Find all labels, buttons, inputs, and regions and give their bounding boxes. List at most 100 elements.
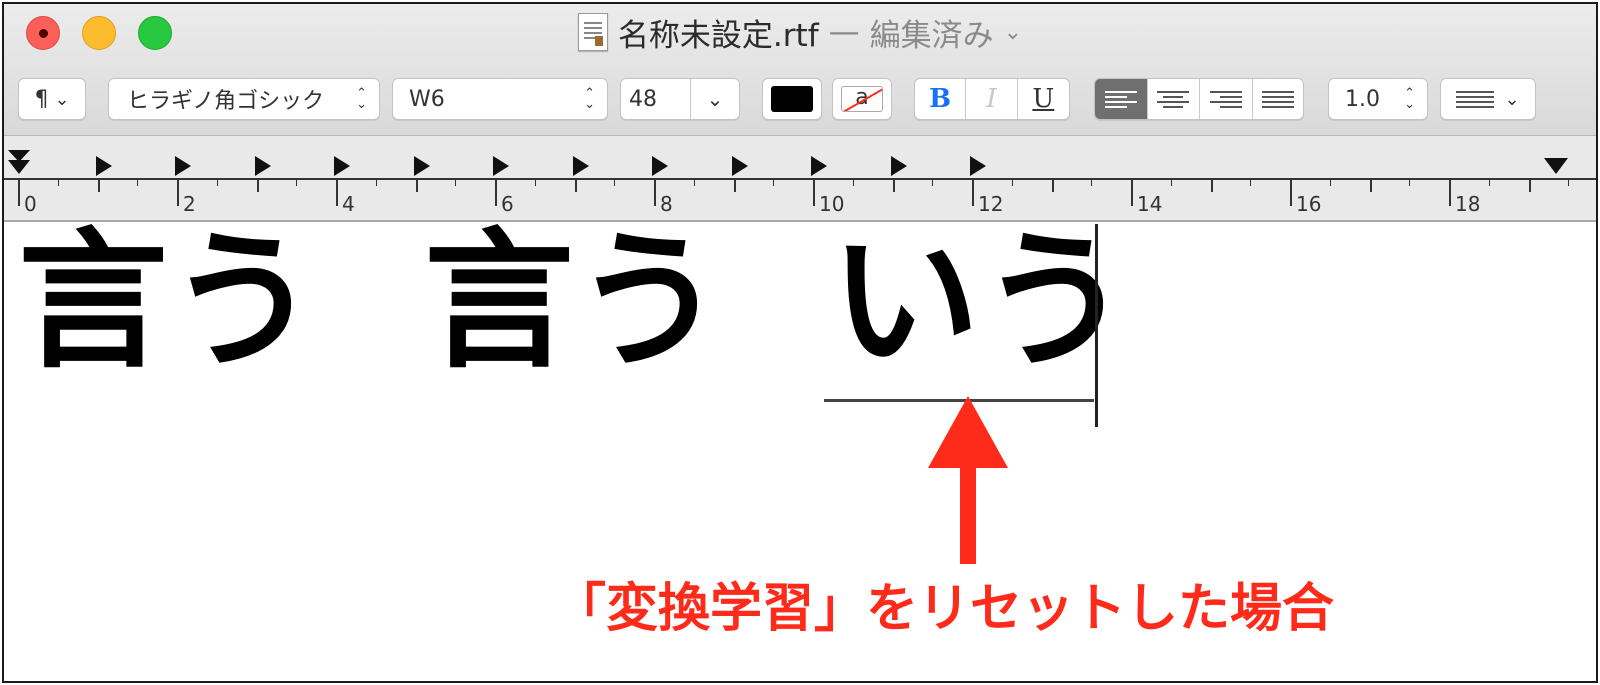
tab-stop-marker[interactable] <box>890 156 907 176</box>
ruler-tick <box>415 180 418 192</box>
justify-icon <box>1261 88 1294 111</box>
italic-button[interactable]: I <box>966 79 1018 119</box>
ruler-tick <box>177 180 179 206</box>
align-center-button[interactable] <box>1148 79 1200 119</box>
ruler-tick <box>137 180 139 186</box>
ruler-tick <box>852 180 854 186</box>
tab-stop-marker[interactable] <box>95 156 112 176</box>
chevron-down-icon: ⌄ <box>1504 88 1520 110</box>
ruler-tick <box>1409 180 1411 186</box>
updown-arrows-icon: ⌃ ⌄ <box>584 86 595 112</box>
title-separator: — <box>828 14 860 50</box>
ruler-number: 2 <box>183 192 196 216</box>
ruler-tick <box>495 180 497 206</box>
underline-button[interactable]: U <box>1018 79 1069 119</box>
tab-stop-marker[interactable] <box>413 156 430 176</box>
ruler-tick <box>1051 180 1054 192</box>
tab-stop-marker[interactable] <box>175 156 191 176</box>
alignment-segmented <box>1094 78 1304 120</box>
tab-stop-marker[interactable] <box>572 156 589 176</box>
ruler-tick <box>773 180 775 186</box>
ruler-number: 0 <box>24 192 37 216</box>
annotation-label: 「変換学習」をリセットした場合 <box>554 579 1335 639</box>
ruler-tick <box>57 180 59 186</box>
ruler-tick <box>1488 180 1490 186</box>
list-bullets-popup[interactable]: ⌄ <box>1440 78 1536 120</box>
font-size-combobox[interactable]: 48 ⌄ <box>620 78 740 120</box>
document-text-area[interactable]: 言う 言う いう 「変換学習」をリセットした場合 <box>4 215 1596 681</box>
left-indent-marker[interactable] <box>8 160 30 174</box>
ruler-tick <box>574 180 577 192</box>
ruler-tick <box>1290 180 1292 206</box>
tab-stop-marker[interactable] <box>731 156 748 176</box>
annotation-arrow-head <box>928 396 1008 468</box>
list-icon <box>1456 88 1495 111</box>
justify-button[interactable] <box>1253 79 1304 119</box>
text-word-1: 言う <box>18 215 319 389</box>
ruler-tick <box>1250 180 1252 186</box>
ruler-tick <box>18 180 20 206</box>
ruler[interactable]: 0 2 4 6 8 10 12 14 16 18 <box>4 136 1596 222</box>
ruler-tick <box>1528 180 1531 192</box>
ruler-number: 16 <box>1296 192 1322 216</box>
no-color-swatch: a <box>841 86 883 112</box>
window-title[interactable]: 名称未設定.rtf — 編集済み ⌄ <box>4 10 1596 54</box>
ruler-tick <box>534 180 536 186</box>
textedit-window: 名称未設定.rtf — 編集済み ⌄ ¶ ⌄ ヒラギノ角ゴシック ⌃ ⌄ W6 ⌃… <box>2 2 1598 683</box>
ruler-tick <box>375 180 377 186</box>
font-size-input[interactable]: 48 <box>621 79 691 119</box>
right-indent-marker[interactable] <box>1544 158 1568 174</box>
align-left-icon <box>1104 88 1137 111</box>
text-word-2: 言う <box>424 215 725 389</box>
tab-stop-marker[interactable] <box>652 156 668 176</box>
ruler-tick <box>693 180 695 186</box>
ruler-tick <box>336 180 338 206</box>
ruler-tick <box>892 180 895 192</box>
ruler-number: 6 <box>501 192 514 216</box>
tab-stop-marker[interactable] <box>334 156 350 176</box>
text-word-3: いう <box>830 215 1131 389</box>
ruler-tick <box>733 180 736 192</box>
ruler-tick <box>1449 180 1451 206</box>
font-weight-value: W6 <box>409 86 445 112</box>
ruler-tick <box>296 180 298 186</box>
align-right-button[interactable] <box>1200 79 1253 119</box>
chevron-down-icon: ⌄ <box>54 88 70 110</box>
edited-status: 編集済み <box>869 17 994 54</box>
ruler-tick <box>1170 180 1172 186</box>
align-left-button[interactable] <box>1095 79 1148 119</box>
ruler-tick <box>97 180 100 192</box>
ruler-tick <box>1369 180 1372 192</box>
ruler-tick <box>1131 180 1133 206</box>
filename: 名称未設定.rtf <box>617 17 819 54</box>
ruler-number: 8 <box>660 192 673 216</box>
line-spacing-popup[interactable]: 1.0 ⌃ ⌄ <box>1328 78 1428 120</box>
ruler-tick <box>1210 180 1213 192</box>
ruler-tick <box>614 180 616 186</box>
background-color-well[interactable]: a <box>832 78 892 120</box>
annotation-arrow-shaft <box>960 464 976 564</box>
font-weight-popup[interactable]: W6 ⌃ ⌄ <box>392 78 608 120</box>
ruler-tick <box>1091 180 1093 186</box>
paragraph-style-popup[interactable]: ¶ ⌄ <box>18 78 86 120</box>
insertion-caret <box>1095 224 1098 427</box>
text-color-swatch <box>771 86 813 112</box>
ruler-tick <box>972 180 974 206</box>
ruler-number: 12 <box>978 192 1004 216</box>
ruler-tick <box>216 180 218 186</box>
ruler-tick <box>455 180 457 186</box>
bold-button[interactable]: B <box>915 79 967 119</box>
ruler-number: 14 <box>1137 192 1163 216</box>
ruler-number: 4 <box>342 192 355 216</box>
updown-arrows-icon: ⌃ ⌄ <box>1404 86 1415 112</box>
tab-stop-marker[interactable] <box>970 156 986 176</box>
font-family-popup[interactable]: ヒラギノ角ゴシック ⌃ ⌄ <box>108 78 380 120</box>
text-color-well[interactable] <box>762 78 822 120</box>
ruler-tick <box>932 180 934 186</box>
chevron-down-icon[interactable]: ⌄ <box>1004 20 1022 45</box>
font-family-value: ヒラギノ角ゴシック <box>127 89 325 114</box>
chevron-down-icon[interactable]: ⌄ <box>691 79 739 119</box>
tab-stop-marker[interactable] <box>811 156 827 176</box>
tab-stop-marker[interactable] <box>254 156 271 176</box>
tab-stop-marker[interactable] <box>493 156 509 176</box>
